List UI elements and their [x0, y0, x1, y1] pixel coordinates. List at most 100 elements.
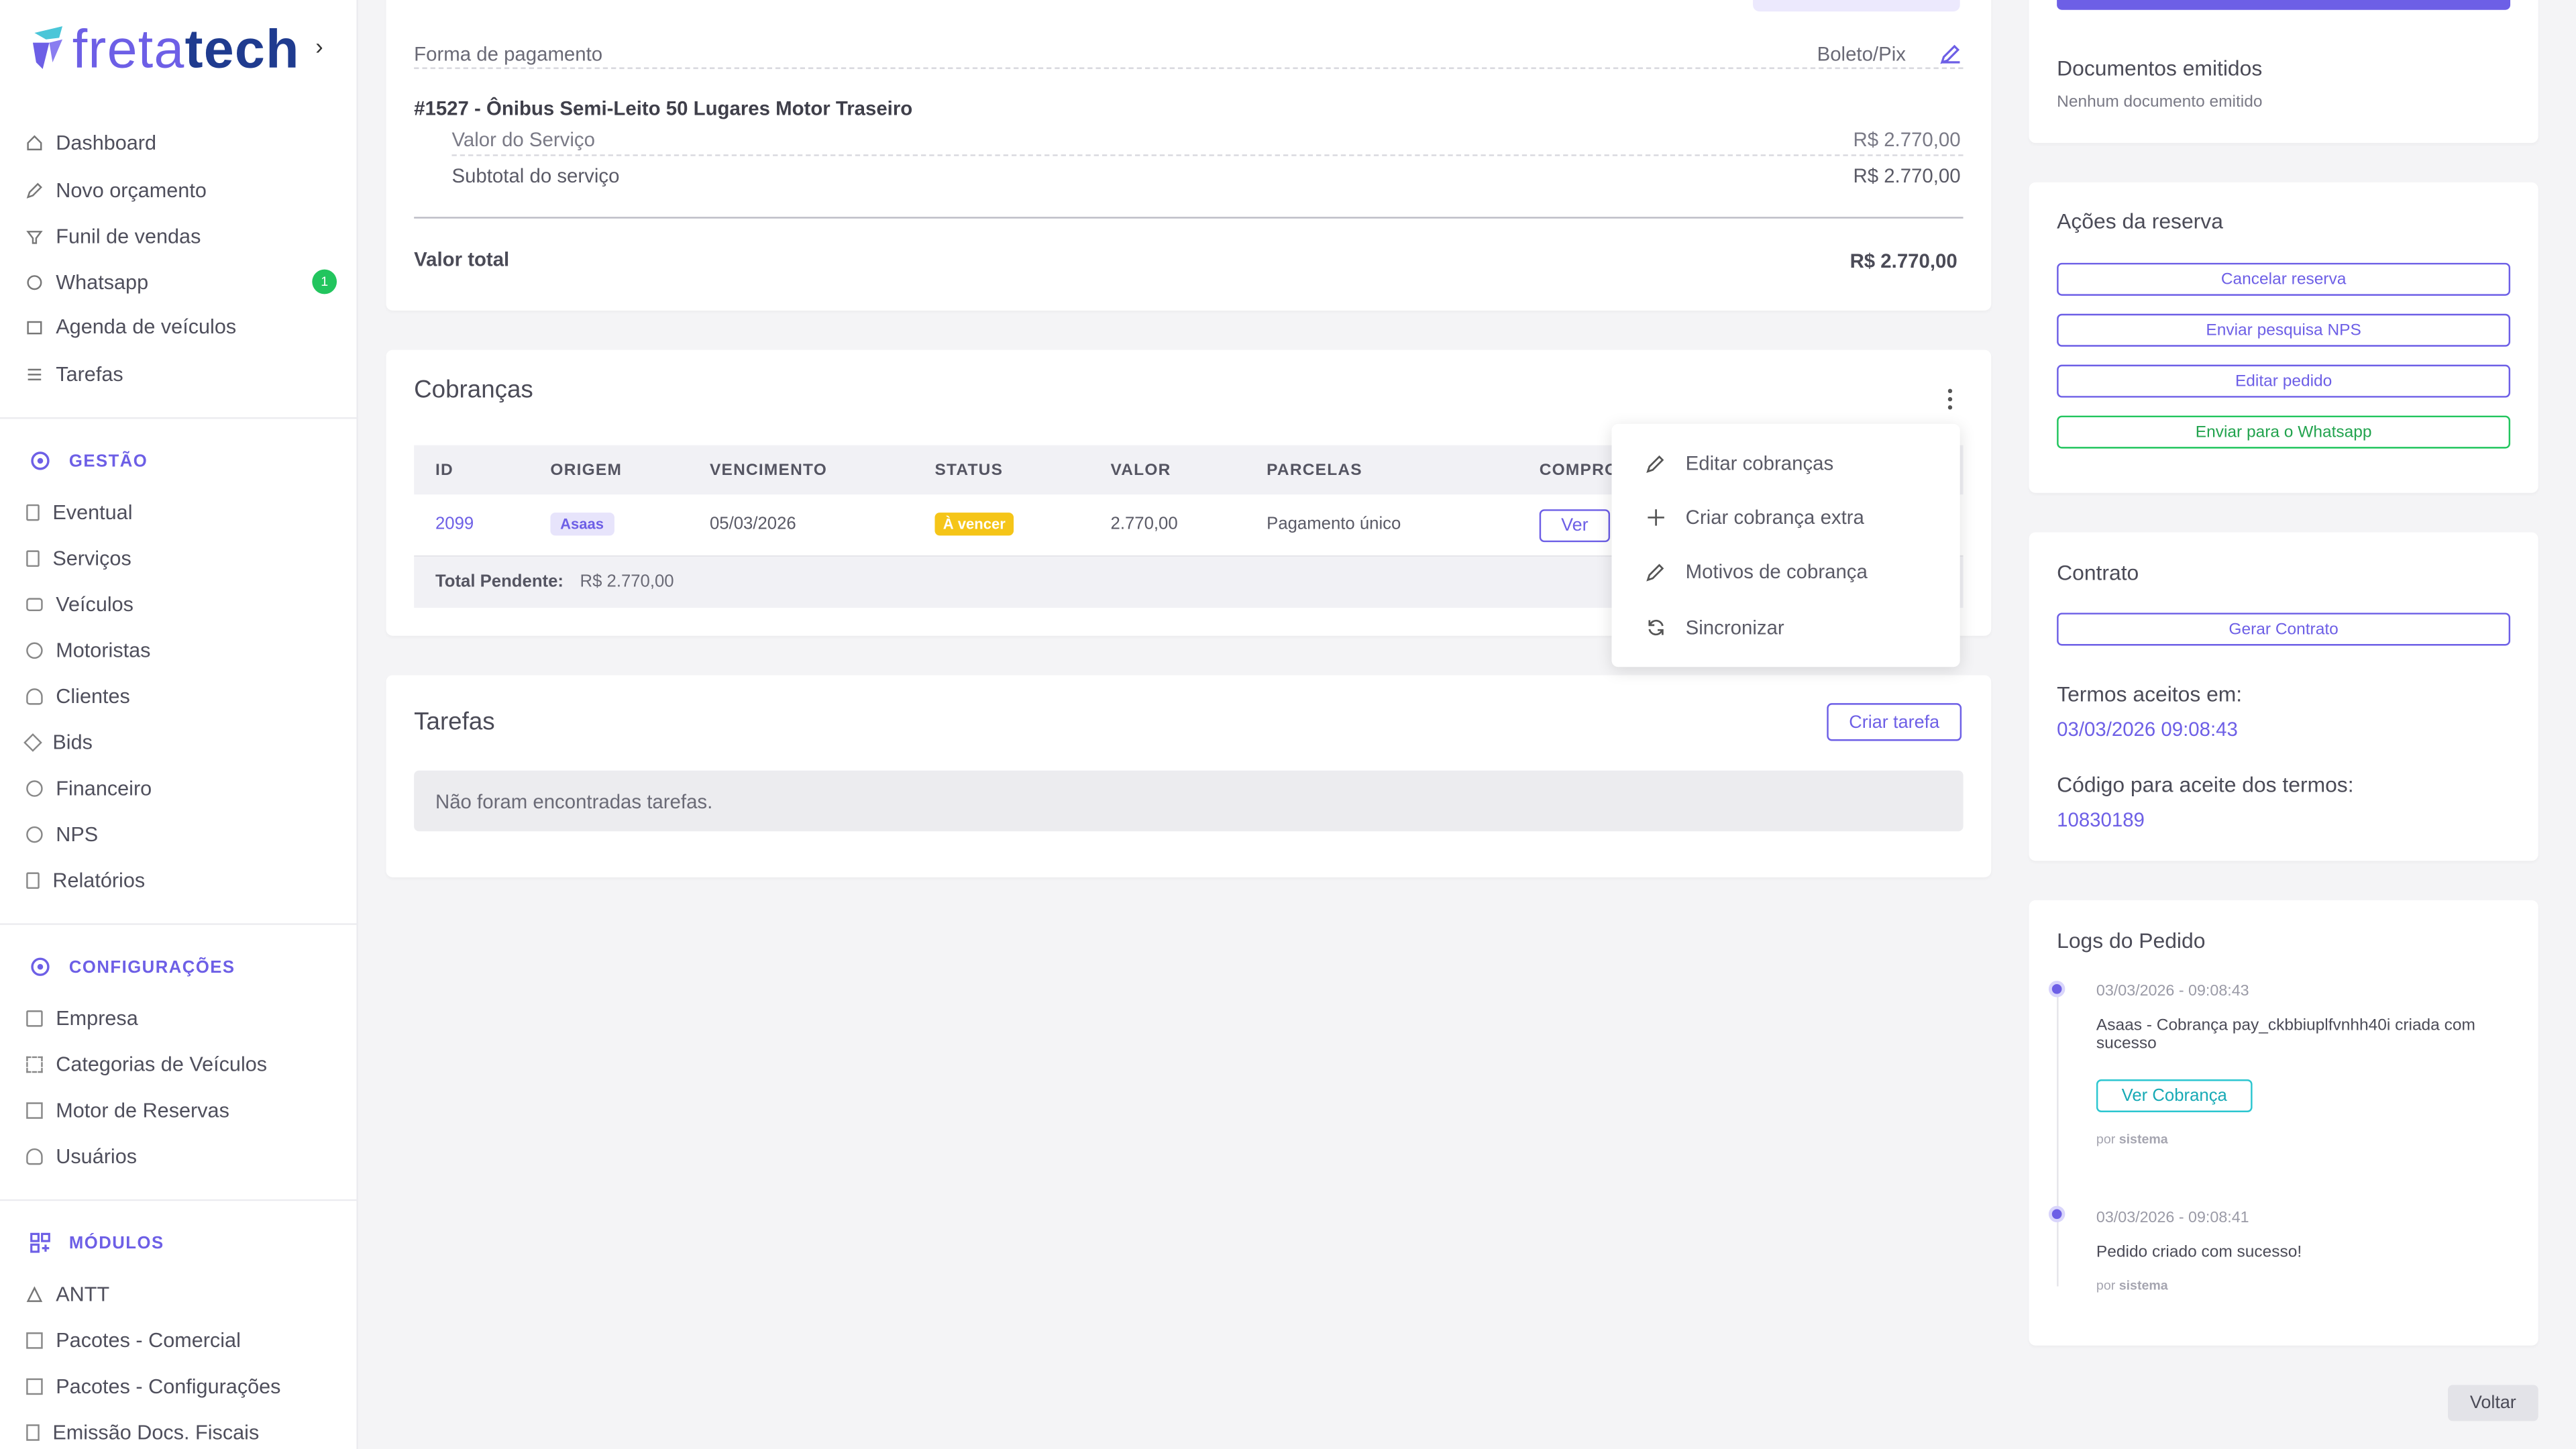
section-title-label: MÓDULOS: [68, 1232, 164, 1253]
cancelar-reserva-button[interactable]: Cancelar reserva: [2057, 262, 2511, 296]
logo[interactable]: fretatech: [30, 19, 300, 78]
sidebar-item-tarefas[interactable]: Tarefas: [26, 358, 123, 391]
sidebar-divider: [0, 923, 358, 925]
sidebar-item-usuarios[interactable]: Usuários: [26, 1140, 137, 1173]
edit-payment-icon[interactable]: [1940, 43, 1962, 64]
section-gestao[interactable]: GESTÃO: [30, 450, 148, 472]
sidebar-item-veiculos[interactable]: Veículos: [26, 588, 133, 621]
log-author: por sistema: [2096, 1132, 2168, 1146]
fretatech-logo-icon: [32, 26, 63, 69]
coin-icon: [26, 780, 43, 797]
sidebar-item-label: Categorias de Veículos: [56, 1053, 268, 1077]
ver-comprovante-button[interactable]: Ver: [1539, 509, 1611, 543]
service-item-title: #1527 - Ônibus Semi-Leito 50 Lugares Mot…: [414, 97, 913, 120]
section-modulos[interactable]: MÓDULOS: [30, 1232, 164, 1254]
gerar-contrato-button[interactable]: Gerar Contrato: [2057, 612, 2511, 646]
sidebar-item-label: Pacotes - Comercial: [56, 1329, 241, 1352]
sidebar-item-clientes[interactable]: Clientes: [26, 680, 130, 713]
sidebar-item-novo-orcamento[interactable]: Novo orçamento: [26, 174, 207, 207]
sync-icon: [1648, 619, 1664, 636]
building-icon: [26, 1010, 43, 1027]
service-value-label: Valor do Serviço: [451, 128, 595, 152]
total-label: Valor total: [414, 248, 510, 272]
table-icon: [26, 1102, 43, 1119]
more-options-icon[interactable]: [1942, 388, 1958, 411]
voltar-button[interactable]: Voltar: [2448, 1385, 2538, 1421]
plus-icon: [1648, 509, 1664, 526]
sidebar-item-label: Serviços: [52, 547, 131, 570]
primary-button-partial[interactable]: [2057, 0, 2511, 10]
sidebar-collapse-icon[interactable]: ›: [315, 33, 323, 59]
sidebar-item-label: Emissão Docs. Fiscais: [52, 1421, 260, 1444]
sidebar-item-nps[interactable]: NPS: [26, 818, 98, 851]
documentos-title: Documentos emitidos: [2057, 56, 2263, 81]
col-comprovante: COMPRO: [1539, 462, 1619, 480]
editar-pedido-button[interactable]: Editar pedido: [2057, 364, 2511, 398]
sidebar-item-bids[interactable]: Bids: [23, 726, 93, 759]
sidebar-divider: [0, 417, 358, 419]
section-configuracoes[interactable]: CONFIGURAÇÕES: [30, 956, 235, 977]
sidebar-item-label: Usuários: [56, 1144, 138, 1169]
enviar-nps-button[interactable]: Enviar pesquisa NPS: [2057, 313, 2511, 347]
sidebar-item-emissao-docs[interactable]: Emissão Docs. Fiscais: [26, 1416, 259, 1449]
sidebar-item-financeiro[interactable]: Financeiro: [26, 772, 152, 805]
sidebar-item-antt[interactable]: ANTT: [26, 1278, 109, 1311]
receipt-icon: [26, 550, 40, 567]
home-icon: [27, 135, 42, 151]
sidebar-item-label: Tarefas: [56, 363, 123, 386]
menu-item-label: Criar cobrança extra: [1685, 506, 1864, 529]
sidebar-item-pacotes-comercial[interactable]: Pacotes - Comercial: [26, 1324, 241, 1357]
menu-item-motivos-cobranca[interactable]: Motivos de cobrança: [1646, 560, 1868, 583]
sidebar-item-pacotes-config[interactable]: Pacotes - Configurações: [26, 1370, 281, 1403]
timeline-line: [2057, 990, 2059, 1287]
menu-item-sincronizar[interactable]: Sincronizar: [1646, 616, 1784, 639]
ver-cobranca-button[interactable]: Ver Cobrança: [2096, 1079, 2253, 1112]
tarefas-empty-text: Não foram encontradas tarefas.: [435, 790, 713, 814]
total-value: R$ 2.770,00: [1849, 250, 1957, 273]
sidebar-item-whatsapp[interactable]: Whatsapp: [26, 266, 148, 299]
log-time: 03/03/2026 - 09:08:43: [2096, 982, 2249, 1001]
sidebar-item-label: Novo orçamento: [56, 178, 207, 203]
total-divider: [414, 217, 1964, 219]
sidebar-item-motoristas[interactable]: Motoristas: [26, 634, 150, 667]
document-icon: [26, 504, 40, 521]
criar-tarefa-button[interactable]: Criar tarefa: [1827, 703, 1962, 741]
sidebar-item-agenda[interactable]: Agenda de veículos: [26, 311, 236, 343]
log-text: Pedido criado com sucesso!: [2096, 1243, 2302, 1262]
menu-item-criar-cobranca-extra[interactable]: Criar cobrança extra: [1646, 506, 1864, 529]
sidebar-item-label: Funil de vendas: [56, 225, 201, 248]
gear-icon: [31, 451, 50, 470]
charge-id-link[interactable]: 2099: [435, 515, 474, 534]
acoes-title: Ações da reserva: [2057, 209, 2223, 233]
sidebar-item-motor-reservas[interactable]: Motor de Reservas: [26, 1094, 229, 1127]
edit-icon: [26, 182, 42, 199]
top-button-partial[interactable]: [1753, 0, 1960, 12]
sidebar-item-funil[interactable]: Funil de vendas: [26, 220, 201, 253]
menu-item-editar-cobrancas[interactable]: Editar cobranças: [1646, 451, 1833, 475]
sidebar-item-label: Motoristas: [56, 639, 151, 662]
steering-wheel-icon: [26, 642, 43, 659]
grid-icon: [26, 1056, 43, 1073]
sidebar-item-relatorios[interactable]: Relatórios: [26, 864, 145, 897]
timeline-dot: [2048, 981, 2065, 998]
sidebar-item-servicos[interactable]: Serviços: [26, 542, 131, 575]
total-pendente-label: Total Pendente:: [435, 572, 564, 592]
chat-icon: [26, 826, 43, 843]
sidebar-item-eventual[interactable]: Eventual: [26, 496, 133, 529]
log-time: 03/03/2026 - 09:08:41: [2096, 1209, 2249, 1228]
sidebar-item-categorias[interactable]: Categorias de Veículos: [26, 1048, 267, 1081]
log-author: por sistema: [2096, 1278, 2168, 1293]
logo-text: fretatech: [72, 17, 300, 79]
sidebar-item-label: Agenda de veículos: [56, 315, 237, 339]
enviar-whatsapp-button[interactable]: Enviar para o Whatsapp: [2057, 415, 2511, 449]
log-author-prefix: por: [2096, 1132, 2116, 1147]
modules-icon: [30, 1232, 50, 1253]
payment-label: Forma de pagamento: [414, 42, 603, 66]
sidebar-item-empresa[interactable]: Empresa: [26, 1002, 138, 1035]
sidebar-item-dashboard[interactable]: Dashboard: [26, 127, 156, 160]
document-icon: [26, 1424, 40, 1441]
list-icon: [28, 368, 42, 380]
tarefas-title: Tarefas: [414, 708, 495, 737]
contrato-title: Contrato: [2057, 560, 2139, 585]
bus-icon: [26, 598, 43, 612]
